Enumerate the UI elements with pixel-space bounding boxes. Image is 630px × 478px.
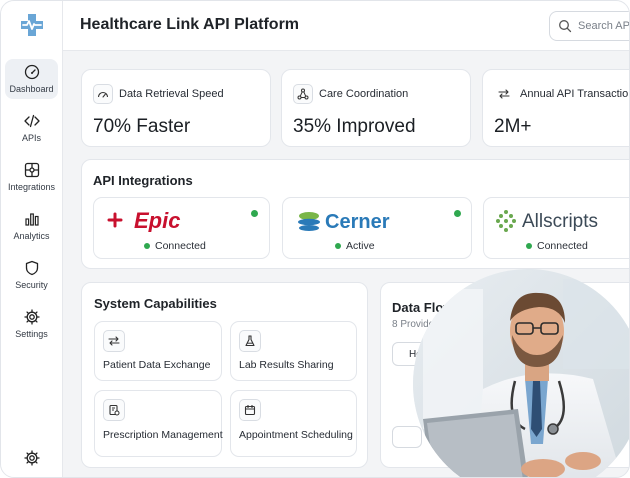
status-badge: Active bbox=[335, 240, 375, 252]
sidebar-item-integrations[interactable]: Integrations bbox=[5, 157, 58, 197]
status-dot bbox=[335, 243, 341, 249]
sidebar-item-label: Integrations bbox=[7, 182, 56, 192]
status-dot bbox=[526, 243, 532, 249]
allscripts-logo: Allscripts bbox=[496, 210, 598, 232]
puzzle-icon bbox=[24, 162, 39, 178]
network-icon bbox=[293, 84, 313, 104]
section-title: System Capabilities bbox=[94, 296, 217, 311]
stat-value: 2M+ bbox=[494, 116, 532, 137]
stat-value: 35% Improved bbox=[293, 116, 416, 137]
calendar-icon bbox=[239, 399, 261, 421]
status-dot bbox=[144, 243, 150, 249]
search-input[interactable] bbox=[578, 20, 629, 32]
sidebar-item-analytics[interactable]: Analytics bbox=[5, 206, 58, 246]
prescription-icon bbox=[103, 399, 125, 421]
code-icon bbox=[23, 114, 40, 128]
integration-card-epic[interactable]: Epic Connected bbox=[93, 197, 270, 259]
settings-gear-icon[interactable] bbox=[24, 450, 40, 466]
system-capabilities-panel: System Capabilities Patient Data Exchang… bbox=[81, 282, 368, 468]
status-text: Connected bbox=[155, 240, 206, 252]
flow-secondary-button[interactable] bbox=[392, 426, 422, 448]
stat-value: 70% Faster bbox=[93, 116, 191, 137]
sidebar-item-label: Dashboard bbox=[9, 84, 54, 94]
sidebar-item-settings[interactable]: Settings bbox=[5, 304, 58, 344]
cerner-logo: Cerner bbox=[298, 211, 390, 233]
capability-label: Appointment Scheduling bbox=[239, 429, 353, 441]
status-indicator-dot bbox=[251, 210, 258, 217]
sidebar-item-label: Analytics bbox=[13, 231, 50, 241]
status-text: Active bbox=[346, 240, 375, 252]
svg-text:Cerner: Cerner bbox=[325, 211, 390, 233]
shield-icon bbox=[25, 260, 38, 276]
integration-card-allscripts[interactable]: Allscripts Connected bbox=[483, 197, 629, 259]
svg-text:Allscripts: Allscripts bbox=[522, 211, 598, 232]
stat-label: Data Retrieval Speed bbox=[119, 88, 224, 100]
page-title: Healthcare Link API Platform bbox=[80, 16, 300, 33]
swap-arrows-icon bbox=[103, 330, 125, 352]
capability-label: Lab Results Sharing bbox=[239, 359, 334, 371]
speedometer-icon bbox=[93, 84, 113, 104]
search-icon bbox=[559, 20, 572, 33]
capability-label: Patient Data Exchange bbox=[103, 359, 211, 371]
gauge-icon bbox=[24, 64, 39, 80]
sidebar-item-label: Security bbox=[15, 280, 48, 290]
capability-patient-data-exchange[interactable]: Patient Data Exchange bbox=[94, 321, 222, 381]
sidebar-item-dashboard[interactable]: Dashboard bbox=[5, 59, 58, 99]
capability-label: Prescription Management bbox=[103, 429, 223, 441]
sidebar-item-label: Settings bbox=[15, 329, 48, 339]
sidebar-item-label: APIs bbox=[21, 133, 41, 143]
search-box[interactable] bbox=[549, 11, 629, 41]
svg-text:Epic: Epic bbox=[134, 208, 180, 232]
bar-chart-icon bbox=[24, 213, 39, 226]
top-header: Healthcare Link API Platform bbox=[63, 1, 629, 51]
transfer-arrows-icon bbox=[494, 84, 514, 104]
stat-label: Annual API Transactions bbox=[520, 88, 630, 100]
flask-icon bbox=[239, 330, 261, 352]
gear-icon bbox=[23, 309, 40, 325]
integration-card-cerner[interactable]: Cerner Active bbox=[282, 197, 472, 259]
section-title: API Integrations bbox=[93, 173, 193, 188]
api-integrations-panel: API Integrations Epic Connected Cerner A… bbox=[81, 159, 629, 269]
capability-prescription-management[interactable]: Prescription Management bbox=[94, 390, 223, 457]
status-indicator-dot bbox=[454, 210, 461, 217]
status-text: Connected bbox=[537, 240, 588, 252]
epic-logo: Epic bbox=[107, 208, 180, 232]
capability-appointment-scheduling[interactable]: Appointment Scheduling bbox=[230, 390, 357, 457]
stat-card-care-coordination: Care Coordination 35% Improved bbox=[281, 69, 471, 147]
sidebar: Dashboard APIs Integrations Analytics Se… bbox=[1, 1, 63, 477]
status-badge: Connected bbox=[526, 240, 588, 252]
stat-card-annual-transactions: Annual API Transactions 2M+ bbox=[482, 69, 630, 147]
status-badge: Connected bbox=[144, 240, 206, 252]
sidebar-item-apis[interactable]: APIs bbox=[5, 108, 58, 148]
stat-label: Care Coordination bbox=[319, 88, 409, 100]
stat-card-data-retrieval: Data Retrieval Speed 70% Faster bbox=[81, 69, 271, 147]
app-window: Dashboard APIs Integrations Analytics Se… bbox=[0, 0, 630, 478]
sidebar-item-security[interactable]: Security bbox=[5, 255, 58, 295]
capability-lab-results-sharing[interactable]: Lab Results Sharing bbox=[230, 321, 357, 381]
medical-cross-logo-icon bbox=[21, 14, 43, 36]
